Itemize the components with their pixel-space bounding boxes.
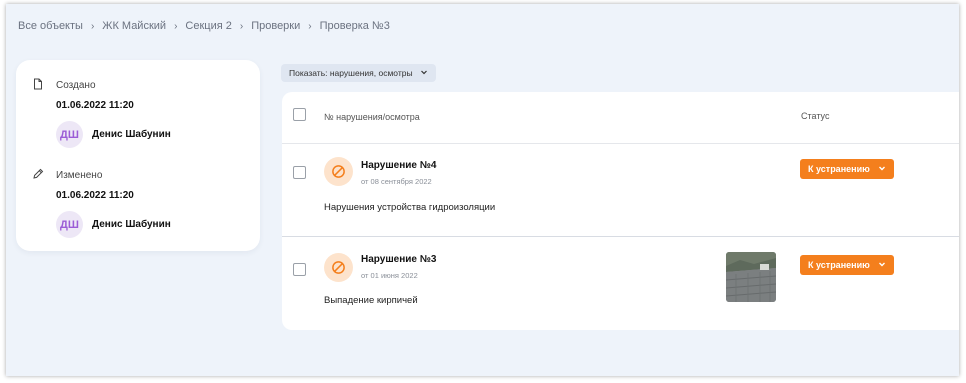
filter-label: Показать: нарушения, осмотры xyxy=(289,68,413,78)
chevron-right-icon: › xyxy=(239,20,244,32)
pencil-icon xyxy=(32,168,44,183)
created-user-name: Денис Шабунин xyxy=(92,129,171,140)
row-checkbox[interactable] xyxy=(293,263,306,276)
modified-label: Изменено xyxy=(56,170,103,181)
select-all-checkbox[interactable] xyxy=(293,108,306,121)
violation-date: от 08 сентября 2022 xyxy=(361,177,432,186)
violation-date: от 01 июня 2022 xyxy=(361,271,418,280)
created-date: 01.06.2022 11:20 xyxy=(56,100,134,111)
breadcrumb-item-complex[interactable]: ЖК Майский xyxy=(102,20,166,32)
status-label: К устранению xyxy=(808,260,870,270)
created-block: Создано 01.06.2022 11:20 ДШ Денис Шабуни… xyxy=(32,78,171,148)
chevron-right-icon: › xyxy=(174,20,178,32)
modified-user[interactable]: ДШ Денис Шабунин xyxy=(56,211,171,238)
column-header-status: Статус xyxy=(801,111,830,121)
breadcrumb-item-current: Проверка №3 xyxy=(319,20,390,32)
table-header: № нарушения/осмотра Статус xyxy=(282,92,959,144)
violation-description: Выпадение кирпичей xyxy=(324,295,418,306)
document-icon xyxy=(32,78,44,93)
table-row[interactable]: Нарушение №3 от 01 июня 2022 Выпадение к… xyxy=(282,238,959,330)
filter-dropdown[interactable]: Показать: нарушения, осмотры xyxy=(281,64,436,82)
table-row[interactable]: Нарушение №4 от 08 сентября 2022 Нарушен… xyxy=(282,144,959,237)
chevron-down-icon xyxy=(878,164,886,174)
breadcrumb-item-all-objects[interactable]: Все объекты xyxy=(18,20,83,32)
chevron-right-icon: › xyxy=(90,20,95,32)
avatar: ДШ xyxy=(56,121,83,148)
violation-title[interactable]: Нарушение №4 xyxy=(361,160,436,171)
row-checkbox[interactable] xyxy=(293,166,306,179)
chevron-down-icon xyxy=(420,68,428,78)
created-label: Создано xyxy=(56,80,96,91)
column-header-number: № нарушения/осмотра xyxy=(324,112,420,122)
violation-photo-thumbnail[interactable] xyxy=(726,252,776,302)
breadcrumb: Все объекты › ЖК Майский › Секция 2 › Пр… xyxy=(18,20,390,32)
violation-description: Нарушения устройства гидроизоляции xyxy=(324,202,496,213)
modified-user-name: Денис Шабунин xyxy=(92,219,171,230)
violation-title[interactable]: Нарушение №3 xyxy=(361,254,436,265)
avatar: ДШ xyxy=(56,211,83,238)
breadcrumb-item-section[interactable]: Секция 2 xyxy=(185,20,231,32)
chevron-down-icon xyxy=(878,260,886,270)
app-window: Все объекты › ЖК Майский › Секция 2 › Пр… xyxy=(6,4,959,376)
created-user[interactable]: ДШ Денис Шабунин xyxy=(56,121,171,148)
info-card: Создано 01.06.2022 11:20 ДШ Денис Шабуни… xyxy=(16,60,260,251)
violations-table: № нарушения/осмотра Статус Нарушение №4 … xyxy=(282,92,959,330)
chevron-right-icon: › xyxy=(308,20,312,32)
breadcrumb-item-inspections[interactable]: Проверки xyxy=(251,20,300,32)
status-dropdown[interactable]: К устранению xyxy=(800,255,894,275)
prohibited-icon xyxy=(324,157,353,186)
status-label: К устранению xyxy=(808,164,870,174)
modified-date: 01.06.2022 11:20 xyxy=(56,190,134,201)
prohibited-icon xyxy=(324,253,353,282)
modified-block: Изменено 01.06.2022 11:20 ДШ Денис Шабун… xyxy=(32,168,171,238)
status-dropdown[interactable]: К устранению xyxy=(800,159,894,179)
